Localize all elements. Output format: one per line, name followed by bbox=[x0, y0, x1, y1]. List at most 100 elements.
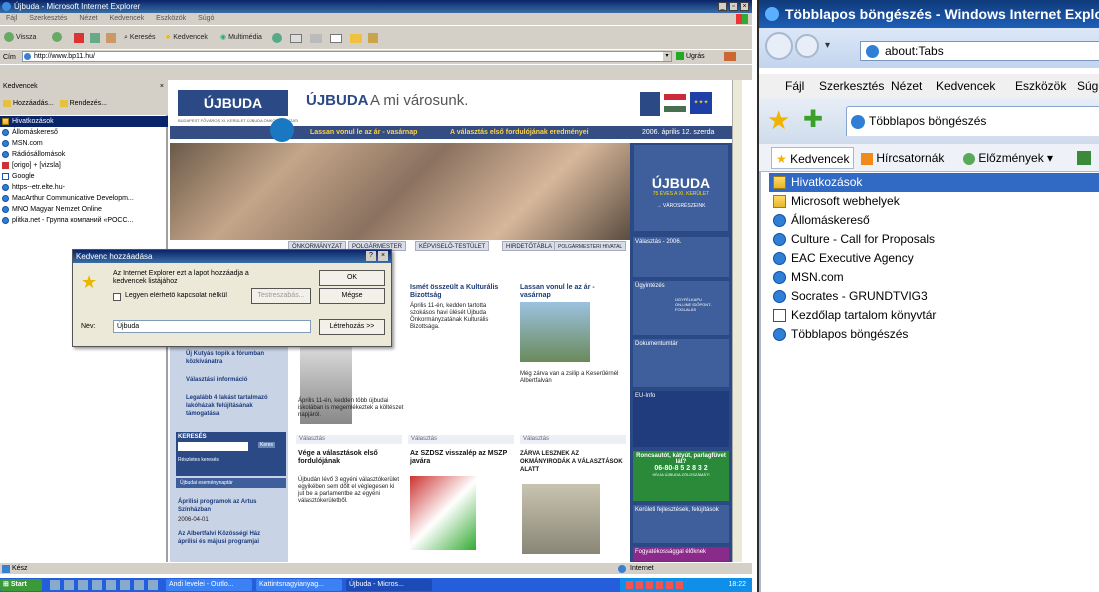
menu-edit[interactable]: Szerkesztés bbox=[819, 74, 884, 98]
fav-item[interactable]: MNO Magyar Nemzet Online bbox=[0, 204, 168, 215]
anniversary-badge[interactable]: ÚJBUDA 75 ÉVES A XI. KERÜLET → VÁROSRÉSZ… bbox=[634, 145, 728, 231]
fav-item-links[interactable]: Hivatkozások bbox=[0, 116, 168, 127]
site-tab[interactable]: KÉPVISELŐ-TESTÜLET bbox=[415, 241, 490, 251]
green-number-box[interactable]: Roncsautót, kátyút, parlagfüvet lát? 06-… bbox=[633, 451, 729, 501]
edit-icon[interactable] bbox=[330, 34, 342, 43]
fav-item[interactable]: Kezdőlap tartalom könyvtár bbox=[769, 306, 1099, 325]
refresh-icon[interactable] bbox=[90, 33, 100, 43]
feeds-tab[interactable]: Hírcsatornák bbox=[861, 144, 944, 172]
article-title[interactable]: Lassan vonul le az ár - vasárnap bbox=[520, 284, 620, 300]
development-box[interactable]: Kerületi fejlesztések, felújítások bbox=[633, 505, 729, 543]
history-icon[interactable] bbox=[272, 33, 282, 43]
favorites-center-star-icon[interactable]: ★ bbox=[767, 106, 790, 134]
messenger-icon[interactable] bbox=[368, 33, 378, 43]
fav-item[interactable]: [origo] + [vizsla] bbox=[0, 160, 168, 171]
forward-button[interactable] bbox=[795, 34, 819, 58]
tab-multitab[interactable]: Többlapos böngészés bbox=[846, 106, 1099, 136]
offline-checkbox[interactable] bbox=[113, 293, 121, 301]
fav-item[interactable]: MSN.com bbox=[0, 138, 168, 149]
back-button[interactable] bbox=[765, 32, 793, 60]
menu-help[interactable]: Súgó bbox=[198, 15, 214, 22]
eu-info-box[interactable]: EU-Info bbox=[633, 391, 729, 447]
fav-item[interactable]: Socrates - GRUNDTVIG3 bbox=[769, 287, 1099, 306]
maximize-button[interactable]: ▫ bbox=[729, 2, 738, 11]
menu-help[interactable]: Súgó bbox=[1077, 74, 1099, 98]
add-favorite-button[interactable]: Hozzáadás... bbox=[3, 99, 54, 107]
mail-icon[interactable] bbox=[290, 34, 302, 43]
menu-tools[interactable]: Eszközök bbox=[1015, 74, 1066, 98]
fav-item[interactable]: EAC Executive Agency bbox=[769, 249, 1099, 268]
organize-button[interactable]: Rendezés... bbox=[59, 99, 107, 107]
taskbar-button-ie[interactable]: Újbuda - Micros... bbox=[346, 579, 432, 591]
fav-item[interactable]: Többlapos böngészés bbox=[769, 325, 1099, 344]
news-link-2[interactable]: A választás első fordulójának eredményei bbox=[450, 126, 589, 139]
left-link[interactable]: Választási információ bbox=[186, 376, 286, 384]
favorites-button[interactable]: ★ Kedvencek bbox=[165, 32, 208, 44]
site-tab[interactable]: POLGÁRMESTERI HIVATAL bbox=[554, 241, 627, 251]
article-title[interactable]: Az SZDSZ visszalép az MSZP javára bbox=[410, 450, 510, 466]
menu-view[interactable]: Nézet bbox=[79, 15, 97, 22]
history-dropdown-icon[interactable]: ▾ bbox=[825, 40, 830, 51]
menu-file[interactable]: Fájl bbox=[6, 15, 17, 22]
event-link[interactable]: Áprilisi programok az Artus Színházban bbox=[178, 498, 278, 514]
close-button[interactable]: × bbox=[740, 2, 749, 11]
go-button[interactable]: Ugrás bbox=[676, 51, 705, 62]
site-tab[interactable]: HIRDETŐTÁBLA bbox=[502, 241, 557, 251]
left-link[interactable]: Új Kutyás topik a fórumban közkívánatra bbox=[186, 350, 286, 366]
taskbar-button-outlook[interactable]: Andi levelei - Outlo... bbox=[166, 579, 252, 591]
fav-item[interactable]: Google bbox=[0, 171, 168, 182]
menu-edit[interactable]: Szerkesztés bbox=[29, 15, 67, 22]
close-pane-icon[interactable]: × bbox=[160, 80, 164, 93]
advanced-search-link[interactable]: Részletes keresés bbox=[178, 457, 284, 463]
fav-item-links[interactable]: Hivatkozások bbox=[769, 173, 1099, 192]
left-link[interactable]: Legalább 4 lakást tartalmazó lakóházak f… bbox=[186, 394, 286, 418]
site-search-button[interactable]: Keres bbox=[258, 442, 276, 448]
fav-item[interactable]: Állomáskereső bbox=[769, 211, 1099, 230]
admin-box[interactable]: Ügyintézés ÜGYFÉLKAPU ON-LINE IDŐPONT-FO… bbox=[633, 281, 729, 335]
address-dropdown-icon[interactable]: ▾ bbox=[663, 52, 671, 61]
fav-item[interactable]: Microsoft webhelyek bbox=[769, 192, 1099, 211]
minimize-button[interactable]: _ bbox=[718, 2, 727, 11]
menu-view[interactable]: Nézet bbox=[891, 74, 922, 98]
taskbar-button-word[interactable]: Kattintsnagyianyag... bbox=[256, 579, 342, 591]
menu-favorites[interactable]: Kedvencek bbox=[110, 15, 145, 22]
site-logo[interactable]: ÚJBUDA bbox=[178, 90, 288, 116]
ie7-address-input[interactable]: about:Tabs bbox=[860, 41, 1099, 61]
fav-item[interactable]: Rádiósállomások bbox=[0, 149, 168, 160]
article-title[interactable]: Vége a választások első fordulójának bbox=[298, 450, 402, 466]
election-box[interactable]: Választás - 2006. bbox=[633, 237, 729, 277]
fav-item[interactable]: plitka.net - Группа компаний «РОСС... bbox=[0, 215, 168, 226]
help-icon[interactable]: ? bbox=[366, 251, 376, 261]
fav-item[interactable]: MSN.com bbox=[769, 268, 1099, 287]
fav-item[interactable]: MacArthur Communicative Developm... bbox=[0, 193, 168, 204]
ok-button[interactable]: OK bbox=[319, 270, 385, 286]
fav-item[interactable]: https--etr.elte.hu- bbox=[0, 182, 168, 193]
article-title[interactable]: Ismét összeült a Kulturális Bizottság bbox=[410, 284, 510, 300]
menu-favorites[interactable]: Kedvencek bbox=[936, 74, 995, 98]
customize-button[interactable]: Testreszabás... bbox=[251, 288, 311, 304]
forward-button[interactable] bbox=[52, 32, 62, 44]
cancel-button[interactable]: Mégse bbox=[319, 288, 385, 304]
address-input[interactable]: http://www.bp11.hu/ bbox=[22, 51, 672, 62]
print-icon[interactable] bbox=[310, 34, 322, 43]
history-tab[interactable]: Előzmények ▾ bbox=[963, 144, 1053, 172]
back-button[interactable]: Vissza bbox=[4, 32, 36, 44]
start-button[interactable]: ⊞ Start bbox=[0, 579, 42, 591]
search-button[interactable]: ⌕ Keresés bbox=[124, 32, 156, 44]
document-box[interactable]: Dokumentumtár bbox=[633, 339, 729, 387]
disability-box[interactable]: Fogyatékossággal élőknek bbox=[633, 547, 729, 561]
home-icon[interactable] bbox=[106, 33, 116, 43]
article-title[interactable]: ZÁRVA LESZNEK AZ OKMÁNYIRODÁK A VÁLASZTÁ… bbox=[520, 450, 624, 474]
tray-icons[interactable] bbox=[626, 581, 686, 589]
favorites-tab[interactable]: ★ Kedvencek bbox=[771, 147, 855, 169]
event-link[interactable]: Az Albertfalvi Közösségi Ház áprilisi és… bbox=[178, 530, 278, 546]
links-icon[interactable] bbox=[724, 52, 736, 61]
add-favorites-icon[interactable]: ✚ bbox=[803, 106, 823, 134]
news-link-1[interactable]: Lassan vonul le az ár - vasárnap bbox=[310, 126, 417, 139]
dialog-close-icon[interactable]: × bbox=[378, 251, 388, 261]
fav-item[interactable]: Állomáskereső bbox=[0, 127, 168, 138]
folder-icon[interactable] bbox=[350, 34, 362, 43]
site-search-input[interactable] bbox=[178, 442, 248, 451]
media-button[interactable]: ◉ Multimédia bbox=[220, 32, 262, 44]
menu-file[interactable]: Fájl bbox=[785, 74, 804, 98]
